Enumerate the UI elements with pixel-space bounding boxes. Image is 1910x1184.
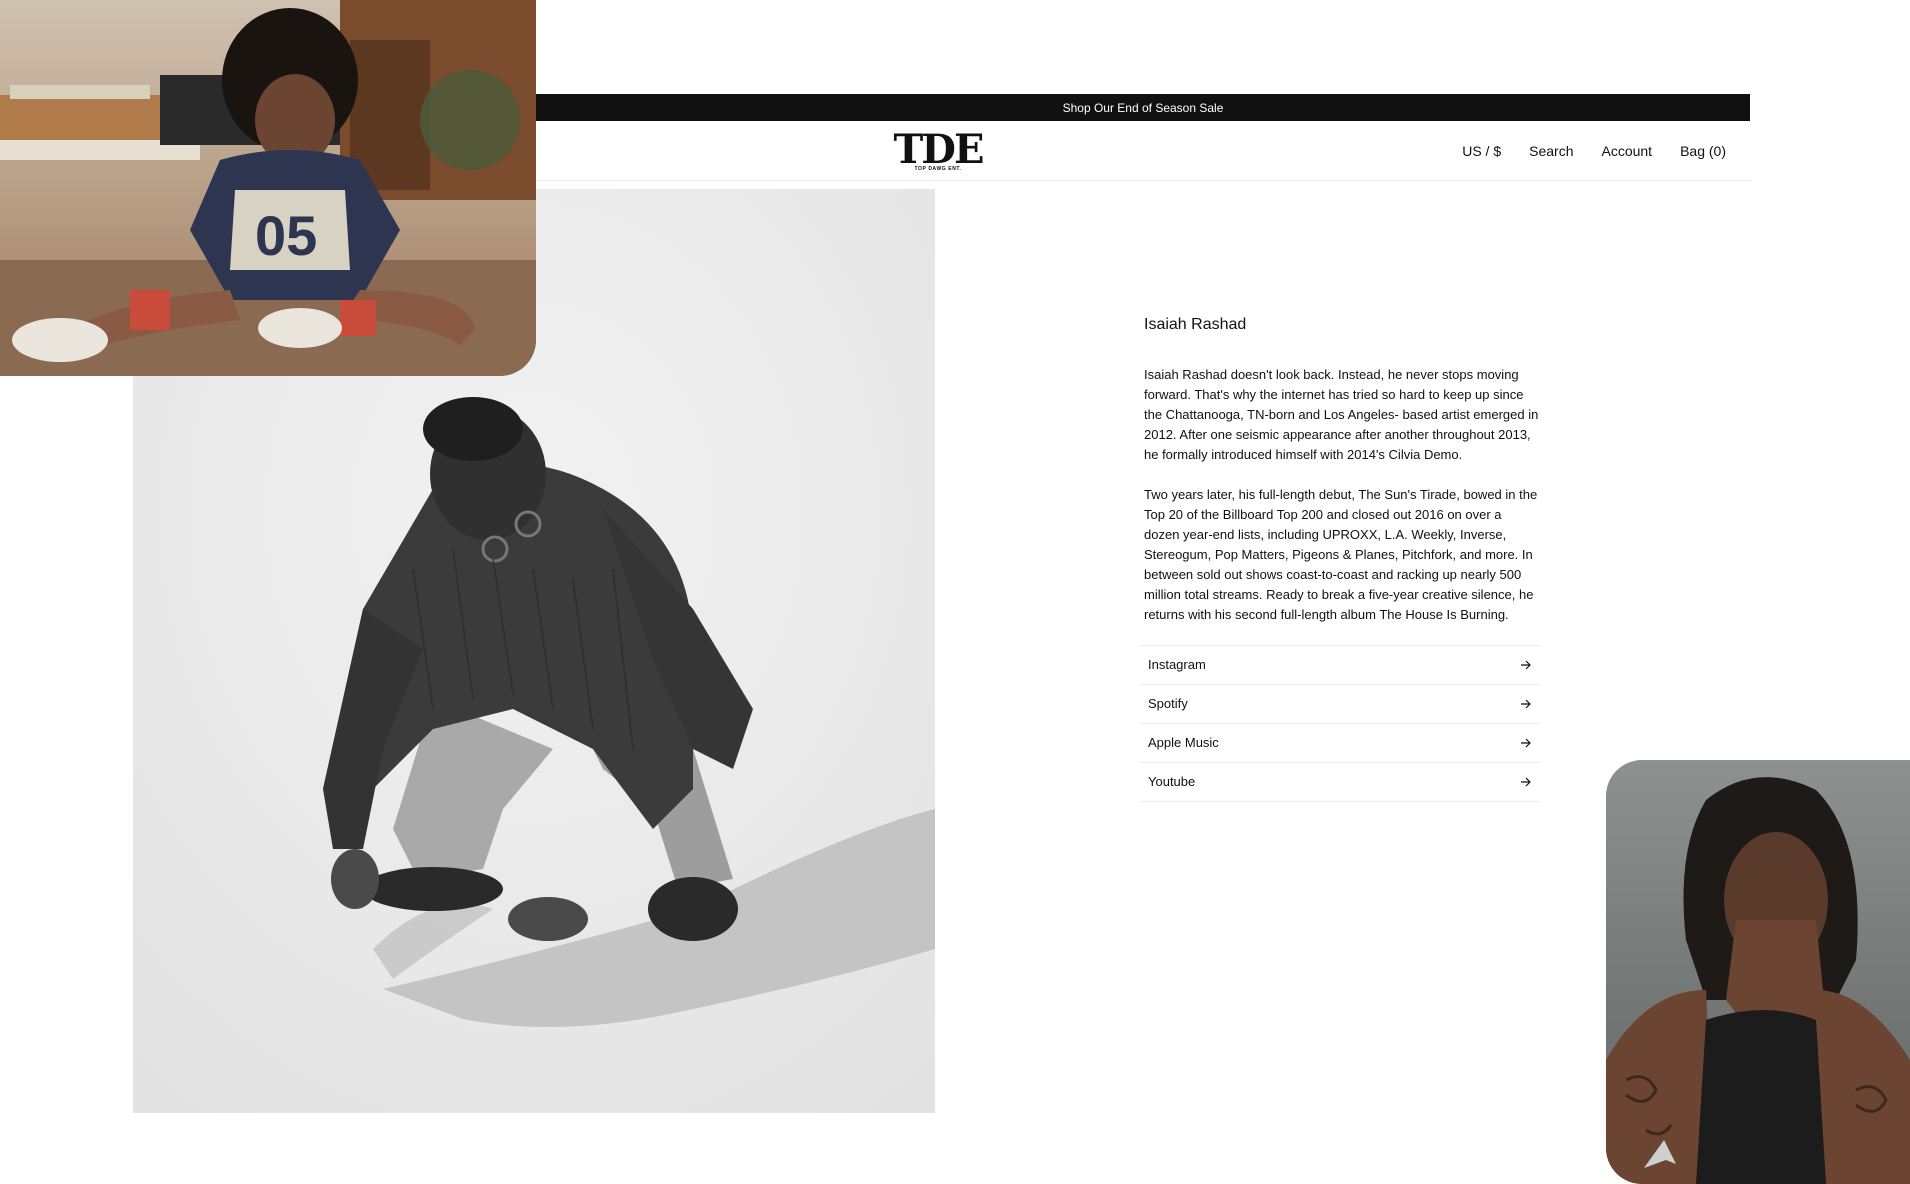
floating-photo-illustration bbox=[1606, 760, 1910, 1184]
artist-name: Isaiah Rashad bbox=[1144, 316, 1247, 333]
account-link[interactable]: Account bbox=[1601, 143, 1652, 159]
logo-mark: TDE bbox=[893, 126, 985, 173]
link-youtube[interactable]: Youtube bbox=[1140, 763, 1540, 802]
arrow-right-icon bbox=[1521, 660, 1531, 670]
link-spotify-label[interactable]: Spotify bbox=[1148, 694, 1188, 714]
artist-bio: Isaiah Rashad doesn't look back. Instead… bbox=[1144, 365, 1540, 625]
svg-text:05: 05 bbox=[255, 204, 317, 267]
search-link[interactable]: Search bbox=[1529, 143, 1573, 159]
tde-logo[interactable]: TDE TOP DAWG ENT. bbox=[894, 130, 985, 174]
link-apple-music[interactable]: Apple Music bbox=[1140, 724, 1540, 763]
bag-link[interactable]: Bag (0) bbox=[1680, 143, 1726, 159]
link-instagram-label[interactable]: Instagram bbox=[1148, 655, 1206, 675]
link-youtube-label[interactable]: Youtube bbox=[1148, 772, 1195, 792]
bio-paragraph: Two years later, his full-length debut, … bbox=[1144, 487, 1538, 622]
arrow-right-icon bbox=[1521, 777, 1531, 787]
link-apple-music-label[interactable]: Apple Music bbox=[1148, 733, 1219, 753]
header-nav: US / $ Search Account Bag (0) bbox=[1462, 121, 1726, 180]
bio-paragraph: Isaiah Rashad doesn't look back. Instead… bbox=[1144, 367, 1539, 462]
artist-content: Isaiah Rashad Isaiah Rashad doesn't look… bbox=[1140, 314, 1540, 802]
arrow-right-icon bbox=[1521, 699, 1531, 709]
arrow-right-icon bbox=[1521, 738, 1531, 748]
currency-selector[interactable]: US / $ bbox=[1462, 143, 1501, 159]
logo-subtitle: TOP DAWG ENT. bbox=[914, 166, 962, 172]
link-spotify[interactable]: Spotify bbox=[1140, 685, 1540, 724]
floating-photo-illustration: 05 bbox=[0, 0, 536, 376]
artist-links: Instagram Spotify Apple Music Youtube bbox=[1140, 645, 1540, 802]
site-header: TDE TOP DAWG ENT. US / $ Search Account … bbox=[536, 121, 1750, 181]
floating-photo-card-secondary[interactable] bbox=[1606, 760, 1910, 1184]
promo-banner[interactable]: Shop Our End of Season Sale bbox=[536, 94, 1750, 121]
floating-photo-card[interactable]: 05 bbox=[0, 0, 536, 376]
promo-text[interactable]: Shop Our End of Season Sale bbox=[1063, 101, 1224, 115]
link-instagram[interactable]: Instagram bbox=[1140, 646, 1540, 685]
